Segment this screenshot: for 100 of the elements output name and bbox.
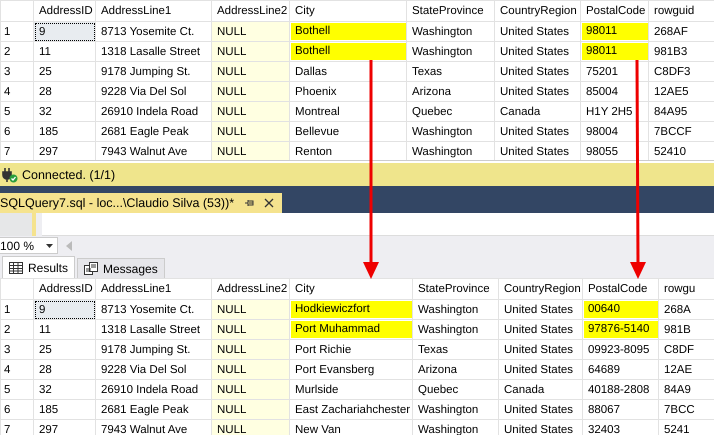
table-cell: United States — [494, 22, 580, 42]
result-tab[interactable]: Messages — [77, 258, 165, 278]
table-cell: NULL — [212, 142, 290, 160]
table-cell: 75201 — [580, 62, 648, 82]
table-cell: Quebec — [406, 102, 494, 122]
table-cell: NULL — [212, 42, 290, 62]
column-header[interactable]: rowguid — [648, 0, 714, 22]
row-number: 4 — [0, 82, 34, 102]
table-cell: 88067 — [582, 400, 658, 420]
highlighted-text: 00640 — [584, 301, 658, 318]
column-header[interactable]: City — [290, 278, 412, 300]
row-number: 6 — [0, 122, 34, 142]
column-header[interactable]: AddressLine2 — [212, 0, 290, 22]
table-cell: Texas — [412, 340, 498, 360]
table-cell: 09923-8095 — [582, 340, 658, 360]
table-cell: 32 — [34, 380, 96, 400]
column-header[interactable]: PostalCode — [580, 0, 648, 22]
column-header[interactable]: AddressLine1 — [96, 0, 212, 22]
table-cell: Port Evansberg — [290, 360, 412, 380]
table-cell: 9178 Jumping St. — [96, 340, 212, 360]
table-cell: NULL — [212, 102, 290, 122]
table-cell: NULL — [212, 380, 290, 400]
document-tab[interactable]: SQLQuery7.sql - loc...\Claudio Silva (53))* — [0, 193, 282, 213]
table-cell: Port Richie — [290, 340, 412, 360]
zoom-dropdown[interactable]: 100 % — [0, 237, 58, 254]
table-cell: United States — [498, 340, 582, 360]
table-cell: 40188-2808 — [582, 380, 658, 400]
table-cell: Washington — [412, 320, 498, 340]
table-cell: 11 — [34, 42, 96, 62]
table-cell: NULL — [212, 300, 290, 320]
table-cell: 2681 Eagle Peak — [96, 122, 212, 142]
highlighted-text: 98011 — [582, 43, 648, 60]
highlighted-text: 98011 — [582, 23, 648, 40]
table-cell: Texas — [406, 62, 494, 82]
pin-icon[interactable] — [244, 198, 254, 208]
close-icon[interactable] — [264, 198, 274, 208]
table-cell: 8713 Yosemite Ct. — [96, 300, 212, 320]
table-cell: Murlside — [290, 380, 412, 400]
table-cell: Washington — [406, 122, 494, 142]
table-cell: 9178 Jumping St. — [96, 62, 212, 82]
column-header[interactable]: City — [290, 0, 406, 22]
table-cell: 1318 Lasalle Street — [96, 320, 212, 340]
column-header[interactable]: CountryRegion — [494, 0, 580, 22]
table-cell: 25 — [34, 62, 96, 82]
highlighted-text: Hodkiewiczfort — [291, 301, 412, 318]
table-cell: H1Y 2H5 — [580, 102, 648, 122]
caret-icon — [46, 244, 53, 248]
row-number: 7 — [0, 142, 34, 160]
column-header[interactable]: StateProvince — [406, 0, 494, 22]
table-cell: 9228 Via Del Sol — [96, 82, 212, 102]
table-cell: 185 — [34, 400, 96, 420]
table-cell: NULL — [212, 22, 290, 42]
table-cell: 64689 — [582, 360, 658, 380]
connected-plug-icon — [2, 166, 18, 182]
table-cell: 98004 — [580, 122, 648, 142]
column-header[interactable]: rowgu — [658, 278, 714, 300]
highlighted-text: Bothell — [291, 23, 406, 40]
table-cell: Bellevue — [290, 122, 406, 142]
table-cell: 185 — [34, 122, 96, 142]
column-header[interactable]: AddressID — [34, 278, 96, 300]
table-cell: Canada — [494, 102, 580, 122]
column-header[interactable]: CountryRegion — [498, 278, 582, 300]
column-header[interactable]: StateProvince — [412, 278, 498, 300]
row-number: 5 — [0, 102, 34, 122]
table-cell: 32 — [34, 102, 96, 122]
column-header[interactable]: AddressLine1 — [96, 278, 212, 300]
table-cell: NULL — [212, 62, 290, 82]
table-cell: 26910 Indela Road — [96, 102, 212, 122]
messages-icon — [84, 262, 98, 275]
column-header[interactable]: PostalCode — [582, 278, 658, 300]
table-cell: United States — [498, 300, 582, 320]
table-cell: Washington — [406, 22, 494, 42]
table-cell: NULL — [212, 400, 290, 420]
highlighted-text: Bothell — [291, 43, 406, 60]
table-cell: NULL — [212, 360, 290, 380]
highlighted-text: Port Muhammad — [291, 321, 412, 338]
table-cell: 8713 Yosemite Ct. — [96, 22, 212, 42]
table-cell: NULL — [212, 420, 290, 435]
table-cell: United States — [494, 122, 580, 142]
row-number: 2 — [0, 42, 34, 62]
table-cell: Phoenix — [290, 82, 406, 102]
row-number: 5 — [0, 380, 34, 400]
table-cell: United States — [494, 82, 580, 102]
table-cell: 25 — [34, 340, 96, 360]
table-cell: Washington — [412, 400, 498, 420]
table-cell: 1318 Lasalle Street — [96, 42, 212, 62]
table-cell: 9 — [34, 300, 96, 320]
table-cell: Dallas — [290, 62, 406, 82]
column-header[interactable]: AddressID — [34, 0, 96, 22]
row-number: 2 — [0, 320, 34, 340]
table-cell: NULL — [212, 320, 290, 340]
table-cell: 26910 Indela Road — [96, 380, 212, 400]
table-cell: 28 — [34, 360, 96, 380]
table-cell: Washington — [406, 42, 494, 62]
table-cell: Montreal — [290, 102, 406, 122]
row-number: 4 — [0, 360, 34, 380]
connection-status: Connected. (1/1) — [22, 168, 116, 182]
column-header[interactable]: AddressLine2 — [212, 278, 290, 300]
table-cell: East Zachariahchester — [290, 400, 412, 420]
result-tab[interactable]: Results — [2, 256, 76, 278]
